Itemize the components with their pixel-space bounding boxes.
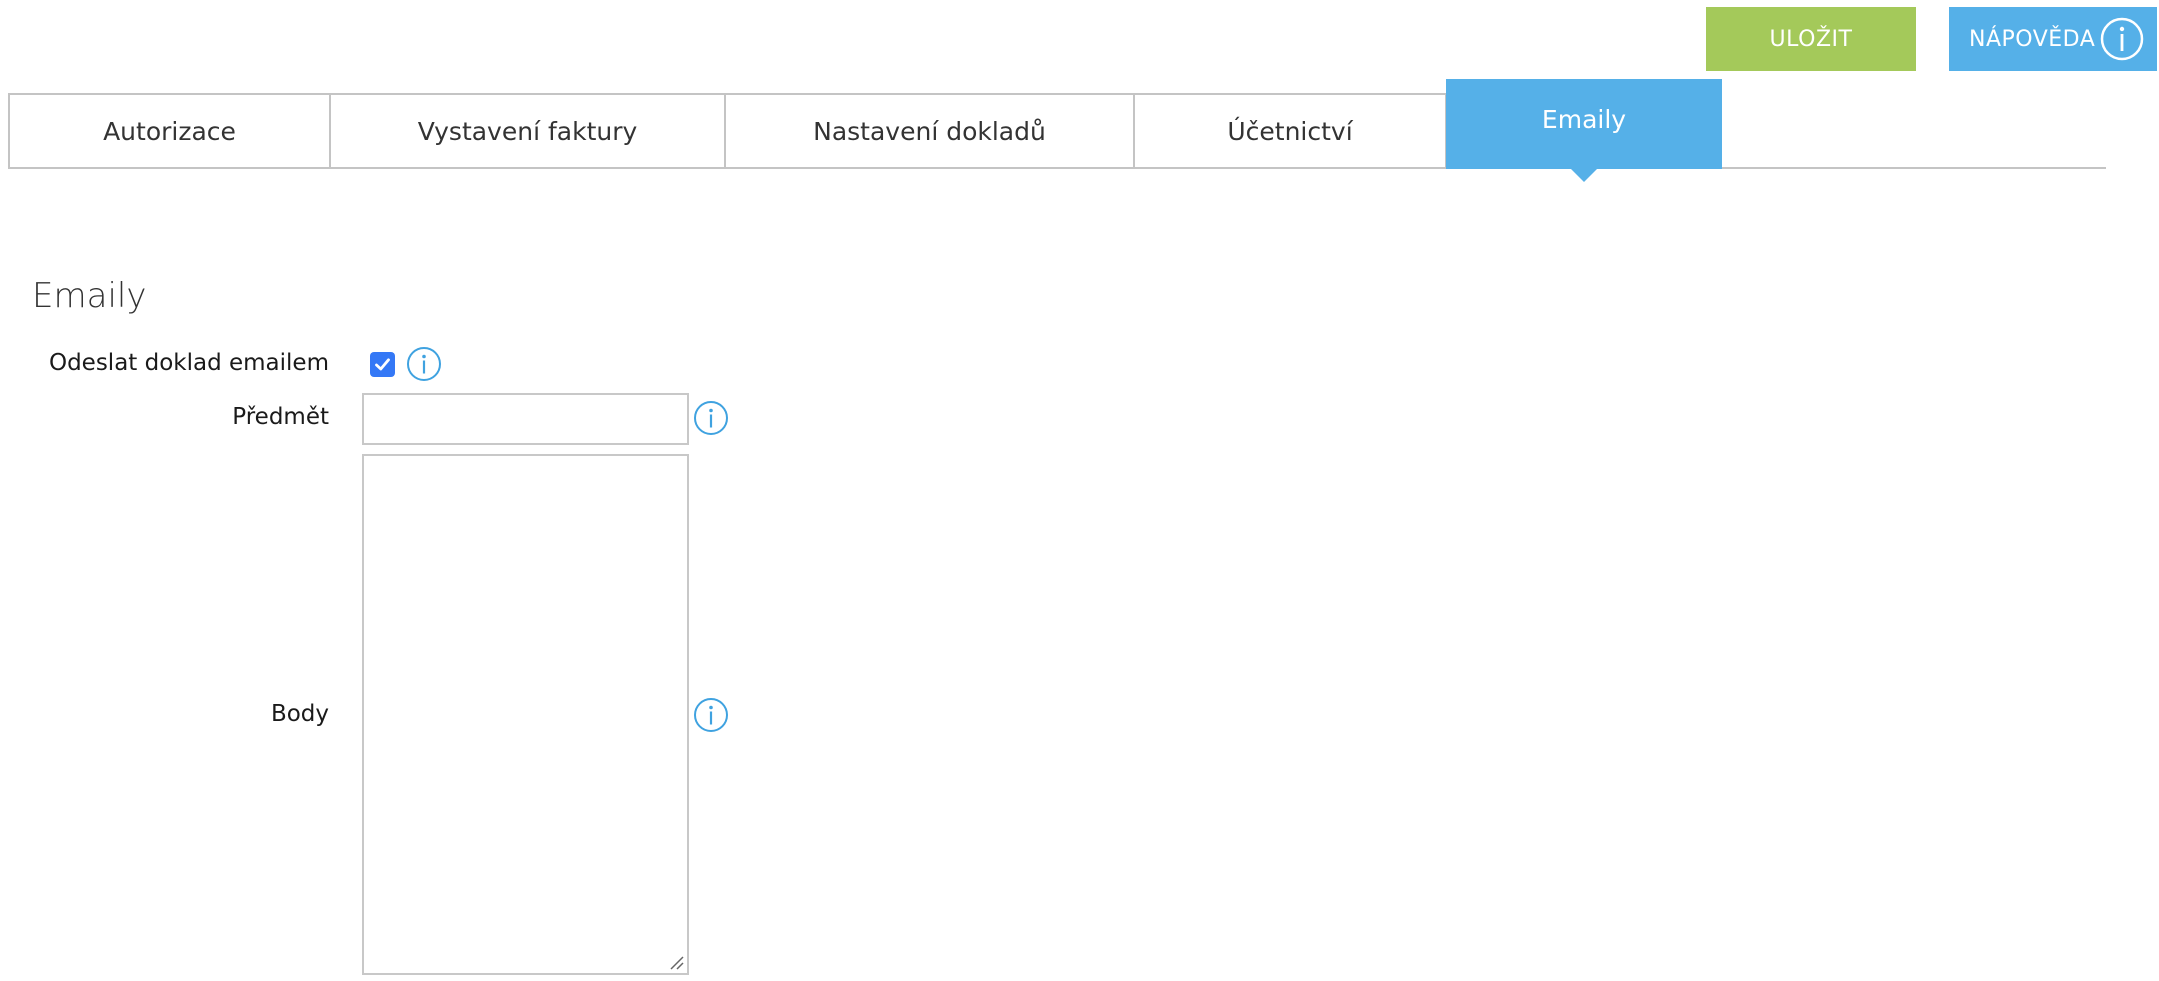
- info-icon: [2100, 17, 2144, 61]
- tab-label: Autorizace: [103, 116, 236, 146]
- info-icon[interactable]: [693, 697, 729, 733]
- info-icon[interactable]: [693, 400, 729, 436]
- subject-label: Předmět: [232, 404, 329, 430]
- section-title: Emaily: [32, 276, 147, 316]
- checkmark-icon: [375, 358, 390, 371]
- tab-autorizace[interactable]: Autorizace: [8, 93, 331, 169]
- tab-emaily[interactable]: Emaily: [1446, 79, 1722, 169]
- tab-label: Vystavení faktury: [417, 116, 638, 146]
- tab-label: Účetnictví: [1227, 116, 1353, 146]
- send-email-checkbox[interactable]: [370, 352, 395, 377]
- tab-label: Nastavení dokladů: [813, 116, 1046, 146]
- help-button[interactable]: NÁPOVĚDA: [1949, 7, 2157, 71]
- send-email-label: Odeslat doklad emailem: [48, 350, 329, 376]
- save-button[interactable]: ULOŽIT: [1706, 7, 1916, 71]
- body-textarea[interactable]: [362, 454, 689, 975]
- tab-label: Emaily: [1541, 104, 1627, 134]
- tab-ucetnictvi[interactable]: Účetnictví: [1133, 93, 1447, 169]
- tab-nastaveni-dokladu[interactable]: Nastavení dokladů: [724, 93, 1135, 169]
- help-button-label: NÁPOVĚDA: [1969, 26, 2096, 52]
- info-icon[interactable]: [406, 346, 442, 382]
- active-tab-pointer: [1570, 168, 1598, 182]
- subject-input[interactable]: [362, 393, 689, 445]
- save-button-label: ULOŽIT: [1769, 26, 1853, 52]
- body-label: Body: [270, 701, 329, 727]
- tab-vystaveni-faktury[interactable]: Vystavení faktury: [329, 93, 726, 169]
- resize-grip-icon[interactable]: [668, 954, 684, 970]
